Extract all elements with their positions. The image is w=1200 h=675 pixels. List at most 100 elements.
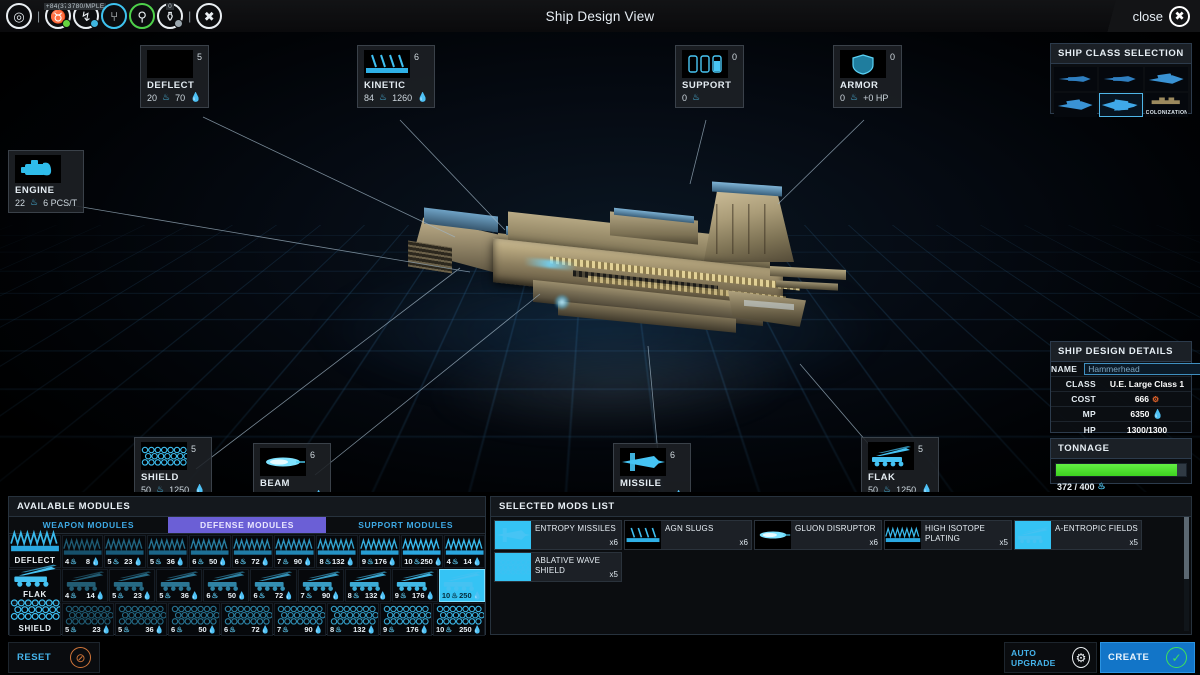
ship-model[interactable] — [398, 182, 858, 367]
empire-icon[interactable]: ◎ — [6, 3, 32, 29]
ship-class-class-large-1[interactable] — [1099, 93, 1142, 117]
close-button[interactable]: close ✖ — [1133, 5, 1190, 27]
module-flak-tier-6[interactable]: 7 ♨ 90 💧 — [298, 569, 344, 602]
module-flak-tier-4[interactable]: 6 ♨ 50 💧 — [203, 569, 249, 602]
ship-viewport[interactable]: 5 DEFLECT 20 ♨ 70 💧 6 KINETIC 84 ♨ 1260 … — [0, 32, 1200, 492]
callout-beam[interactable]: 6 BEAM 84 ♨ 1260 💧 — [253, 443, 331, 492]
callout-deflect[interactable]: 5 DEFLECT 20 ♨ 70 💧 — [140, 45, 209, 108]
power-icon: 💧 — [426, 591, 435, 600]
module-shield-tier-3[interactable]: 6 ♨ 50 💧 — [168, 603, 220, 636]
selected-mod-gluon-disruptor[interactable]: GLUON DISRUPTOR x6 — [754, 520, 882, 550]
detail-value: 6350 💧 — [1103, 409, 1191, 420]
ship-class-grid: COLONIZATION — [1051, 64, 1191, 120]
module-tonnage: 6 — [206, 591, 210, 600]
flak-art — [393, 570, 437, 592]
flak-art — [251, 570, 295, 592]
selected-mod-qty: x5 — [1000, 538, 1008, 547]
module-deflect-tier-4[interactable]: 6 ♨ 50 💧 — [189, 535, 230, 568]
selected-mod-entropy-missiles[interactable]: ENTROPY MISSILES x6 — [494, 520, 622, 550]
options-icon[interactable]: ✖ — [196, 3, 222, 29]
module-shield-tier-1[interactable]: 5 ♨ 23 💧 — [62, 603, 114, 636]
deflect-art — [63, 536, 102, 558]
ship-class-class-medium-1[interactable] — [1145, 67, 1188, 91]
module-tonnage: 10 — [436, 625, 444, 634]
module-shield-tier-4[interactable]: 6 ♨ 72 💧 — [221, 603, 273, 636]
module-flak-tier-9[interactable]: 10 ♨ 250 💧 — [439, 569, 485, 602]
callout-shield[interactable]: 5 SHIELD 50 ♨ 1250 💧 — [134, 437, 212, 492]
callout-kinetic[interactable]: 6 KINETIC 84 ♨ 1260 💧 — [357, 45, 435, 108]
module-shield-tier-8[interactable]: 10 ♨ 250 💧 — [433, 603, 485, 636]
population-icon[interactable]: ⚱ 0 — [157, 3, 183, 29]
shield-art — [275, 604, 325, 626]
ship-class-caption: COLONIZATION — [1146, 110, 1187, 116]
selected-mods-scrollbar[interactable] — [1184, 517, 1189, 631]
module-shield-tier-6[interactable]: 8 ♨ 132 💧 — [327, 603, 379, 636]
detail-row-cost: COST 666 ⚙ — [1051, 392, 1191, 407]
module-deflect-tier-9[interactable]: 10 ♨ 250 💧 — [401, 535, 442, 568]
selected-mod-thumb — [495, 521, 531, 549]
module-deflect-tier-2[interactable]: 5 ♨ 23 💧 — [104, 535, 145, 568]
diplomacy-icon[interactable]: ↯ 3780/MPLE — [73, 3, 99, 29]
callout-flak[interactable]: 5 FLAK 50 ♨ 1250 💧 — [861, 437, 939, 492]
callout-thumb-row — [15, 155, 77, 183]
module-power: 176 — [406, 625, 419, 634]
module-flak-tier-2[interactable]: 5 ♨ 23 💧 — [109, 569, 155, 602]
callout-stats: 0 ♨ +0 HP — [840, 92, 895, 103]
module-deflect-tier-3[interactable]: 5 ♨ 36 💧 — [147, 535, 188, 568]
ship-class-class-small-2[interactable] — [1099, 67, 1142, 91]
module-deflect-tier-10[interactable]: 4 ♨ 14 💧 — [444, 535, 485, 568]
module-deflect-tier-7[interactable]: 8 ♨ 132 💧 — [316, 535, 357, 568]
power-icon: 💧 — [314, 625, 323, 634]
reset-button[interactable]: RESET ⊘ — [8, 642, 100, 673]
module-shield-tier-2[interactable]: 5 ♨ 36 💧 — [115, 603, 167, 636]
callout-missile[interactable]: 6 MISSILE 84 ♨ 1260 💧 — [613, 443, 691, 492]
ship-name-input[interactable] — [1084, 363, 1200, 375]
create-button[interactable]: CREATE ✓ — [1100, 642, 1195, 673]
module-flak-tier-8[interactable]: 9 ♨ 176 💧 — [392, 569, 438, 602]
shield-art — [222, 604, 272, 626]
selected-mod-label: A-ENTROPIC FIELDS — [1051, 521, 1141, 549]
callout-armor[interactable]: 0 ARMOR 0 ♨ +0 HP — [833, 45, 902, 108]
selected-mod-a-entropic-fields[interactable]: A-ENTROPIC FIELDS x5 — [1014, 520, 1142, 550]
module-deflect-tier-6[interactable]: 7 ♨ 90 💧 — [274, 535, 315, 568]
module-stats: 7 ♨ 90 💧 — [275, 625, 325, 635]
module-flak-tier-7[interactable]: 8 ♨ 132 💧 — [345, 569, 391, 602]
flak-icon — [868, 442, 914, 470]
ship-tower-detail — [716, 204, 778, 254]
tonnage-icon: ♨ — [162, 92, 170, 103]
module-shield-tier-5[interactable]: 7 ♨ 90 💧 — [274, 603, 326, 636]
module-shield-tier-7[interactable]: 9 ♨ 176 💧 — [380, 603, 432, 636]
flak-art — [346, 570, 390, 592]
selected-mod-agn-slugs[interactable]: AGN SLUGS x6 — [624, 520, 752, 550]
power-icon: 💧 — [194, 484, 205, 492]
module-power: 176 — [412, 591, 425, 600]
tab-support-modules[interactable]: SUPPORT MODULES — [326, 517, 485, 533]
module-deflect-tier-5[interactable]: 6 ♨ 72 💧 — [232, 535, 273, 568]
scrollbar-thumb[interactable] — [1184, 517, 1189, 579]
selected-mod-high-isotope-plating[interactable]: HIGH ISOTOPE PLATING x5 — [884, 520, 1012, 550]
tonnage-icon: ♨ — [850, 92, 858, 103]
ship-class-class-small-1[interactable] — [1054, 67, 1097, 91]
auto-upgrade-button[interactable]: AUTO UPGRADE ⚙ — [1004, 642, 1097, 673]
callout-stat-power: 1260 — [392, 93, 412, 103]
callout-support[interactable]: 0 SUPPORT 0 ♨ — [675, 45, 744, 108]
selected-mod-ablative-wave-shield[interactable]: ABLATIVE WAVE SHIELD x5 — [494, 552, 622, 582]
galaxy-icon[interactable]: ⚲ — [129, 3, 155, 29]
module-deflect-tier-1[interactable]: 4 ♨ 8 💧 — [62, 535, 103, 568]
module-power: 250 — [459, 591, 472, 600]
fleet-icon[interactable]: ⑂ — [101, 3, 127, 29]
module-stats: 6 ♨ 72 💧 — [233, 557, 272, 567]
module-tonnage: 6 — [171, 625, 175, 634]
tab-defense-modules[interactable]: DEFENSE MODULES — [168, 517, 327, 533]
callout-stat-power: 70 — [175, 93, 185, 103]
ship-class-class-colonization[interactable]: COLONIZATION — [1145, 93, 1188, 117]
module-flak-tier-5[interactable]: 6 ♨ 72 💧 — [250, 569, 296, 602]
diplomacy-icon-badge-dot — [90, 19, 99, 28]
action-bar: RESET ⊘ AUTO UPGRADE ⚙ CREATE ✓ — [0, 640, 1200, 675]
module-flak-tier-1[interactable]: 4 ♨ 14 💧 — [62, 569, 108, 602]
module-deflect-tier-8[interactable]: 9 ♨ 176 💧 — [359, 535, 400, 568]
module-power: 50 — [228, 591, 236, 600]
ship-class-class-medium-2[interactable] — [1054, 93, 1097, 117]
callout-engine[interactable]: ENGINE 22 ♨ 6 PCS/T — [8, 150, 84, 213]
module-flak-tier-3[interactable]: 5 ♨ 36 💧 — [156, 569, 202, 602]
